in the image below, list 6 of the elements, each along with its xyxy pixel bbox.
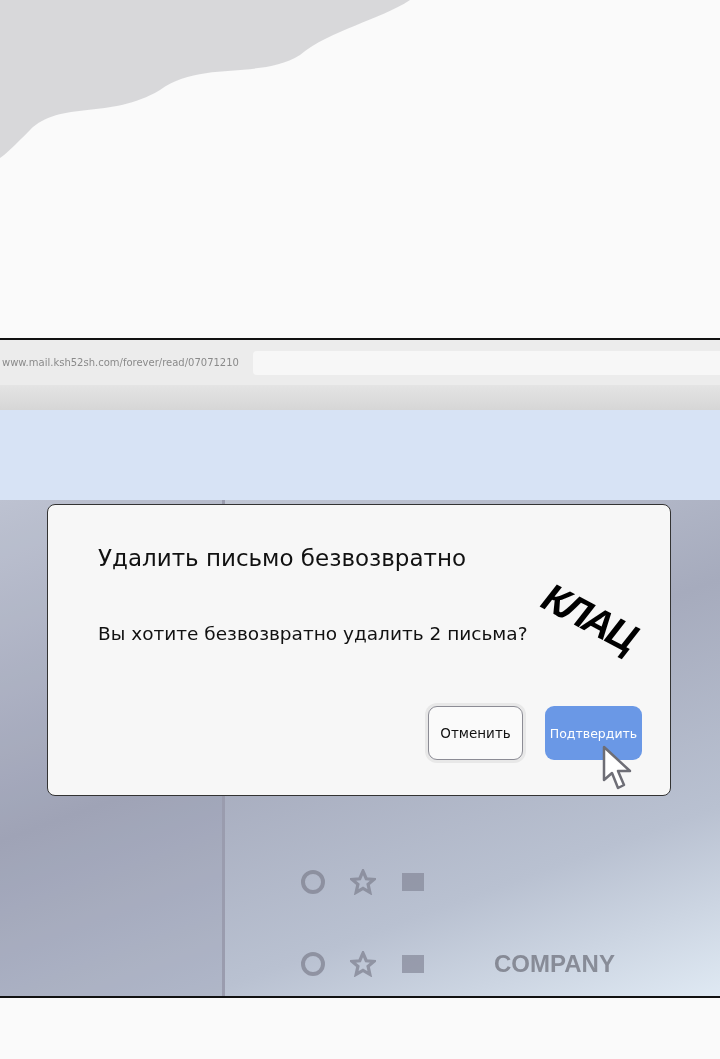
- confirm-button[interactable]: Подтвердить: [545, 706, 642, 760]
- mail-sender: COMPANY: [494, 950, 615, 978]
- dialog-title: Удалить письмо безвозвратно: [98, 545, 467, 571]
- dialog-message: Вы хотите безвозвратно удалить 2 письма?: [98, 623, 528, 644]
- address-url[interactable]: www.mail.ksh52sh.com/forever/read/07071210: [0, 357, 239, 368]
- cancel-button[interactable]: Отменить: [428, 706, 523, 760]
